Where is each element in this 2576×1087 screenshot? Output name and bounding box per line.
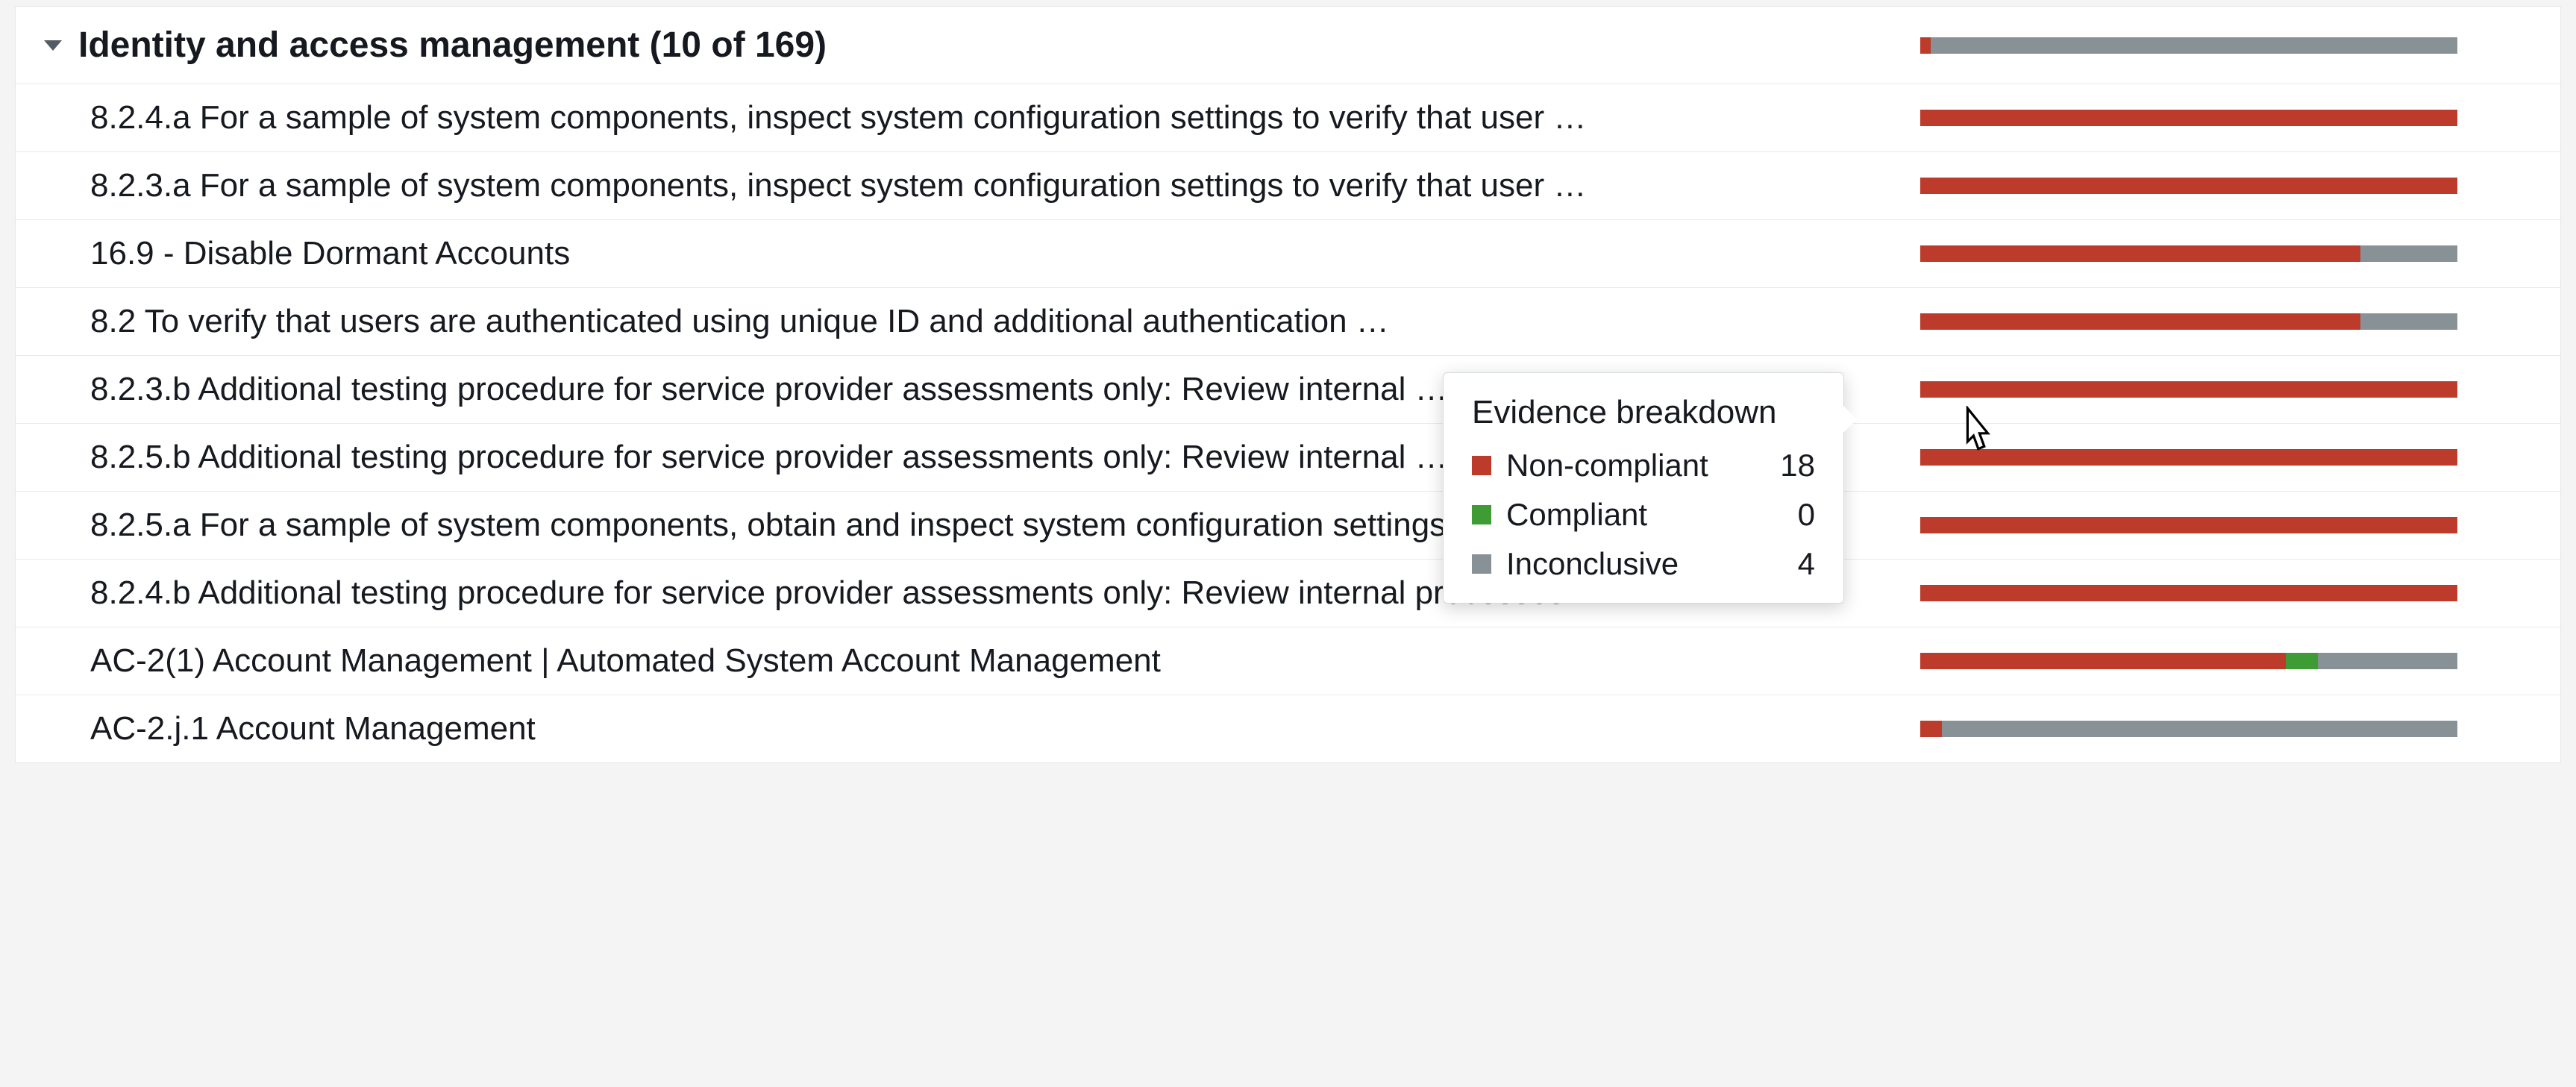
group-evidence-bar[interactable]: [1920, 37, 2457, 54]
evidence-bar[interactable]: [1920, 585, 2457, 601]
bar-segment-noncompliant: [1920, 245, 2360, 262]
bar-segment-inconclusive: [1942, 721, 2457, 737]
evidence-bar[interactable]: [1920, 313, 2457, 330]
evidence-bar[interactable]: [1920, 245, 2457, 262]
bar-segment-inconclusive: [2360, 245, 2457, 262]
control-label: 8.2 To verify that users are authenticat…: [90, 303, 1920, 340]
swatch-c-icon: [1472, 505, 1491, 524]
control-label: 8.2.3.a For a sample of system component…: [90, 167, 1920, 204]
control-row[interactable]: 8.2.3.b Additional testing procedure for…: [16, 356, 2560, 424]
bar-segment-compliant: [2286, 653, 2318, 669]
evidence-bar[interactable]: [1920, 178, 2457, 194]
tooltip-count: 0: [1798, 497, 1815, 533]
evidence-bar-cell: [1920, 178, 2532, 194]
tooltip-row-c: Compliant 0: [1472, 497, 1815, 533]
control-row[interactable]: AC-2(1) Account Management | Automated S…: [16, 627, 2560, 695]
evidence-bar[interactable]: [1920, 110, 2457, 126]
bar-segment-noncompliant: [1920, 517, 2457, 533]
evidence-bar-cell: [1920, 653, 2532, 669]
tooltip-label: Non-compliant: [1506, 448, 1750, 483]
control-row[interactable]: 8.2.5.a For a sample of system component…: [16, 492, 2560, 560]
evidence-bar-cell: [1920, 313, 2532, 330]
control-label: 8.2.4.a For a sample of system component…: [90, 99, 1920, 137]
swatch-ic-icon: [1472, 554, 1491, 574]
control-row[interactable]: 8.2.5.b Additional testing procedure for…: [16, 424, 2560, 492]
tooltip-label: Compliant: [1506, 497, 1768, 533]
group-title: Identity and access management (10 of 16…: [78, 25, 1920, 66]
control-row[interactable]: 16.9 - Disable Dormant Accounts: [16, 220, 2560, 288]
control-label: 16.9 - Disable Dormant Accounts: [90, 235, 1920, 272]
evidence-bar[interactable]: [1920, 449, 2457, 466]
evidence-bar-cell: [1920, 585, 2532, 601]
control-row[interactable]: 8.2.4.a For a sample of system component…: [16, 84, 2560, 152]
bar-segment-noncompliant: [1920, 585, 2457, 601]
evidence-bar[interactable]: [1920, 653, 2457, 669]
tooltip-row-nc: Non-compliant 18: [1472, 448, 1815, 483]
bar-segment-noncompliant: [1920, 721, 1942, 737]
bar-segment-noncompliant: [1920, 178, 2457, 194]
tooltip-count: 18: [1780, 448, 1815, 483]
evidence-bar[interactable]: [1920, 381, 2457, 398]
bar-segment-inconclusive: [2318, 653, 2457, 669]
control-row[interactable]: 8.2 To verify that users are authenticat…: [16, 288, 2560, 356]
evidence-bar-cell: [1920, 517, 2532, 533]
evidence-bar-cell: [1920, 110, 2532, 126]
evidence-bar-cell: [1920, 245, 2532, 262]
control-label: AC-2(1) Account Management | Automated S…: [90, 642, 1920, 680]
control-row[interactable]: 8.2.4.b Additional testing procedure for…: [16, 560, 2560, 627]
bar-segment-noncompliant: [1920, 381, 2457, 398]
bar-segment-noncompliant: [1920, 313, 2360, 330]
tooltip-title: Evidence breakdown: [1472, 394, 1815, 431]
bar-segment-noncompliant: [1920, 110, 2457, 126]
control-rows: 8.2.4.a For a sample of system component…: [16, 84, 2560, 762]
evidence-bar[interactable]: [1920, 517, 2457, 533]
compliance-panel: Identity and access management (10 of 16…: [15, 6, 2561, 763]
swatch-nc-icon: [1472, 456, 1491, 475]
tooltip-label: Inconclusive: [1506, 546, 1768, 582]
control-row[interactable]: 8.2.3.a For a sample of system component…: [16, 152, 2560, 220]
bar-segment-noncompliant: [1920, 449, 2457, 466]
control-row[interactable]: AC-2.j.1 Account Management: [16, 695, 2560, 762]
bar-segment-inconclusive: [1931, 37, 2457, 54]
bar-segment-inconclusive: [2360, 313, 2457, 330]
group-evidence-bar-cell: [1920, 37, 2532, 54]
group-header[interactable]: Identity and access management (10 of 16…: [16, 7, 2560, 84]
tooltip-row-ic: Inconclusive 4: [1472, 546, 1815, 582]
evidence-bar-cell: [1920, 721, 2532, 737]
control-label: AC-2.j.1 Account Management: [90, 710, 1920, 748]
bar-segment-noncompliant: [1920, 37, 1931, 54]
evidence-breakdown-tooltip: Evidence breakdown Non-compliant 18 Compli…: [1443, 372, 1844, 604]
evidence-bar-cell: [1920, 449, 2532, 466]
evidence-bar[interactable]: [1920, 721, 2457, 737]
evidence-bar-cell: [1920, 381, 2532, 398]
bar-segment-noncompliant: [1920, 653, 2286, 669]
tooltip-count: 4: [1798, 546, 1815, 582]
chevron-down-icon[interactable]: [44, 40, 62, 51]
